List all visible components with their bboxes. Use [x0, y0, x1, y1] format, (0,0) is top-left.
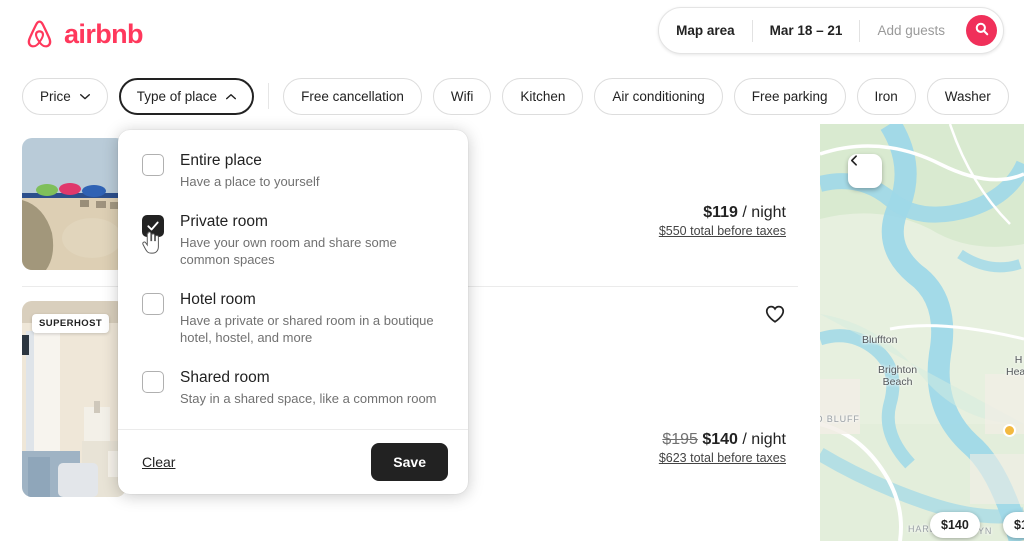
chevron-up-icon [226, 93, 237, 100]
filter-pill-free-parking[interactable]: Free parking [733, 77, 846, 115]
map-label: Brighton Beach [878, 364, 918, 389]
type-option-label: Shared room [180, 368, 270, 386]
listing-photo[interactable]: SUPERHOST [22, 301, 126, 497]
filter-pill-washer[interactable]: Washer [926, 77, 1009, 115]
check-icon [147, 221, 159, 230]
listing-price-amount: $140 [702, 431, 738, 448]
checkbox-entire-place[interactable] [142, 154, 164, 176]
search-dates[interactable]: Mar 18 – 21 [753, 8, 860, 53]
map-panel[interactable]: BlufftonBrighton BeachD BLUFFH HeadHARBY… [820, 124, 1024, 541]
filter-pill-type-of-place[interactable]: Type of place [118, 77, 255, 115]
filter-pill-label: Air conditioning [612, 88, 705, 104]
type-option-entire-place[interactable]: Entire place Have a place to yourself [142, 152, 444, 191]
type-option-description: Have a private or shared room in a bouti… [180, 312, 434, 346]
listing-price-amount: $119 [703, 204, 738, 221]
type-of-place-options: Entire place Have a place to yourself Priv… [118, 130, 468, 429]
filter-pill-label: Iron [874, 88, 898, 104]
map-price-pin[interactable]: $1 [1003, 512, 1024, 538]
type-of-place-footer: Clear Save [118, 429, 468, 494]
filter-pill-iron[interactable]: Iron [856, 77, 916, 115]
filter-pill-label: Wifi [450, 88, 474, 104]
listing-price-unit: / night [742, 431, 786, 448]
filter-pill-label: Price [40, 88, 71, 104]
type-option-private-room[interactable]: Private room Have your own room and share… [142, 213, 444, 269]
search-location[interactable]: Map area [659, 8, 752, 53]
filter-pill-air-conditioning[interactable]: Air conditioning [594, 77, 723, 115]
type-option-shared-room[interactable]: Shared room Stay in a shared space, like … [142, 369, 444, 408]
type-option-label: Entire place [180, 152, 262, 169]
superhost-badge: SUPERHOST [32, 314, 110, 333]
checkbox-private-room[interactable] [142, 214, 164, 237]
listing-price: $119 / night [659, 204, 786, 222]
map-collapse-button[interactable] [848, 154, 882, 188]
favorite-heart-icon[interactable] [764, 303, 786, 325]
type-option-description: Have a place to yourself [180, 174, 320, 189]
airbnb-logo-icon [22, 17, 57, 52]
search-guests[interactable]: Add guests [860, 8, 962, 53]
filter-pill-label: Kitchen [520, 88, 566, 104]
save-button[interactable]: Save [371, 443, 448, 482]
map-canvas [820, 124, 1024, 541]
map-label: D BLUFF [820, 414, 860, 424]
listing-price-block: $119 / night $550 total before taxes [659, 204, 786, 238]
filter-divider [268, 83, 270, 109]
filter-bar: Price Type of place Free cancellation Wifi K… [0, 68, 1024, 124]
map-label: Bluffton [862, 334, 898, 346]
airbnb-search-page: airbnb Map area Mar 18 – 21 Add guests P… [0, 0, 1024, 541]
map-price-pin[interactable]: $140 [930, 512, 980, 538]
filter-pill-wifi[interactable]: Wifi [432, 77, 492, 115]
map-label: YN [978, 526, 993, 536]
type-option-hotel-room[interactable]: Hotel room Have a private or shared room … [142, 291, 444, 347]
brand-name: airbnb [64, 18, 144, 49]
type-option-label: Private room [180, 212, 268, 230]
listing-price: $195 $140 / night [659, 431, 786, 449]
map-poi-dot[interactable] [1003, 424, 1016, 437]
clear-button[interactable]: Clear [138, 448, 179, 476]
airbnb-logo[interactable]: airbnb [22, 17, 144, 52]
filter-pill-label: Type of place [136, 88, 218, 104]
map-label: H Head [1006, 354, 1024, 379]
listing-total-price[interactable]: $623 total before taxes [659, 451, 786, 465]
filter-pill-label: Free cancellation [301, 88, 404, 104]
listing-price-block: $195 $140 / night $623 total before taxe… [659, 431, 786, 465]
listing-original-price: $195 [662, 431, 698, 448]
search-bar[interactable]: Map area Mar 18 – 21 Add guests [658, 7, 1004, 54]
filter-pill-price[interactable]: Price [22, 77, 108, 115]
filter-pill-free-cancellation[interactable]: Free cancellation [283, 77, 422, 115]
type-option-description: Have your own room and share some common… [180, 234, 397, 268]
filter-pill-label: Free parking [751, 88, 828, 104]
type-of-place-dropdown: Entire place Have a place to yourself Priv… [118, 130, 468, 495]
checkbox-shared-room[interactable] [142, 370, 164, 393]
type-option-description: Stay in a shared space, like a common ro… [180, 390, 437, 406]
filter-pill-label: Washer [944, 88, 991, 104]
search-icon [975, 22, 989, 39]
filter-pill-kitchen[interactable]: Kitchen [502, 77, 584, 115]
type-option-label: Hotel room [180, 290, 256, 308]
listing-photo[interactable] [22, 138, 126, 270]
listing-total-price[interactable]: $550 total before taxes [659, 224, 786, 238]
site-header: airbnb Map area Mar 18 – 21 Add guests [0, 0, 1024, 68]
listing-price-unit: / night [742, 204, 786, 221]
search-button[interactable] [966, 15, 997, 46]
chevron-down-icon [79, 93, 90, 100]
checkbox-hotel-room[interactable] [142, 292, 164, 315]
